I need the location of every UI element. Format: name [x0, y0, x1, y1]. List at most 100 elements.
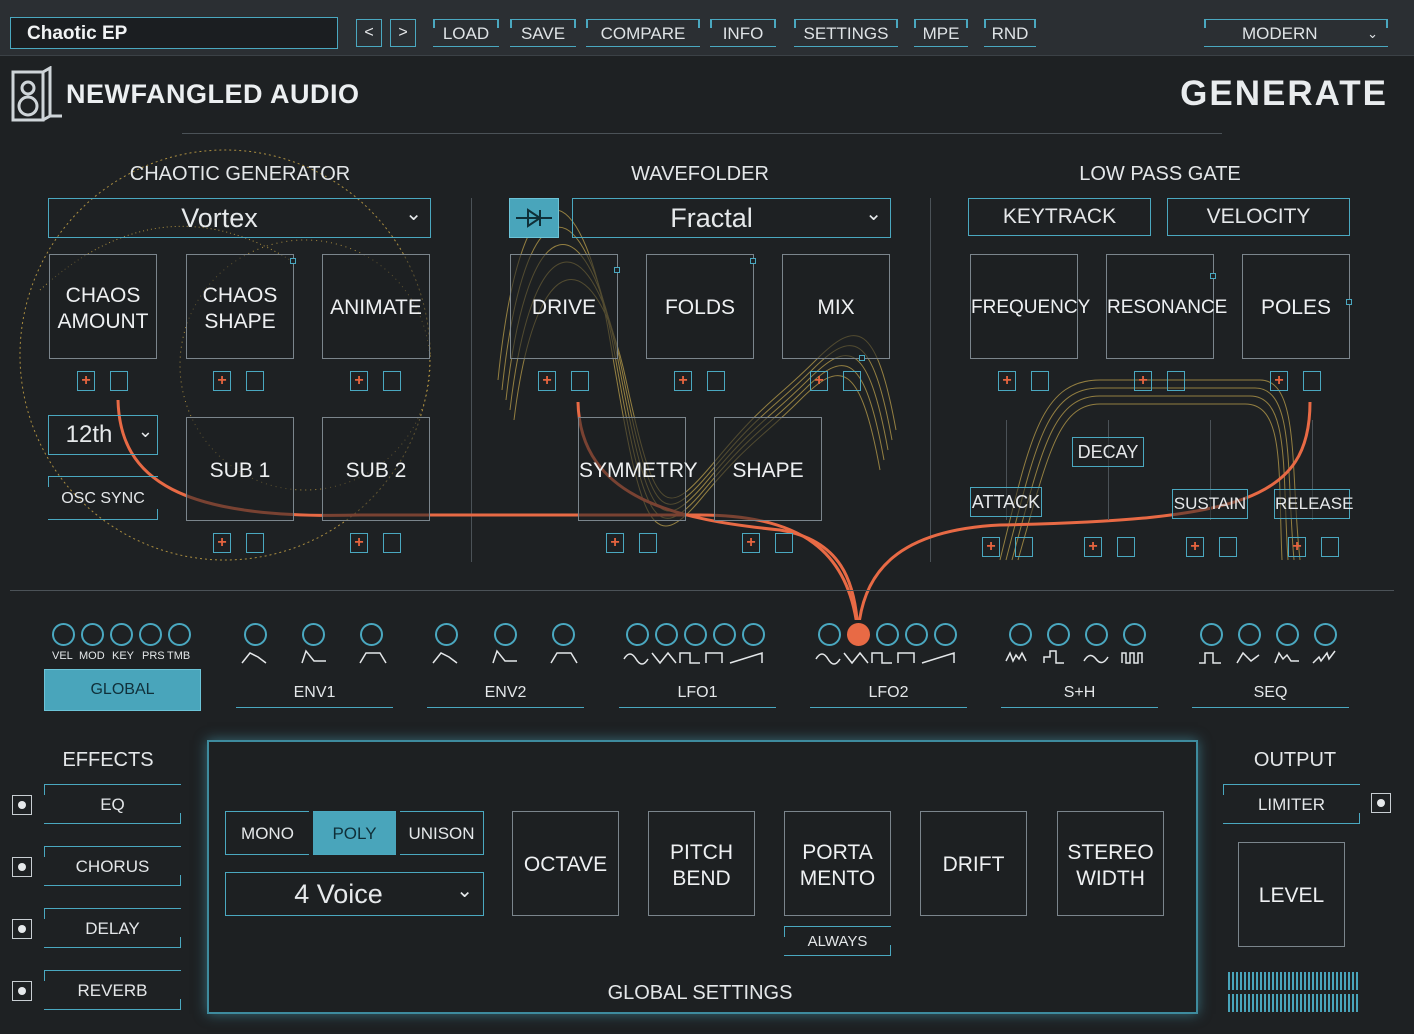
mod-slot[interactable] — [1167, 371, 1185, 391]
resonance-knob[interactable]: RESONANCE — [1106, 254, 1227, 359]
lfo2-out-5[interactable] — [934, 623, 957, 646]
seq-out-3[interactable] — [1276, 623, 1299, 646]
unison-button[interactable]: UNISON — [400, 811, 484, 855]
tmb-source[interactable] — [168, 623, 191, 646]
lfo2-out-2-active[interactable] — [847, 623, 870, 646]
eq-button[interactable]: EQ — [44, 784, 181, 824]
sub1-knob[interactable]: SUB 1 — [186, 417, 294, 521]
drift-knob[interactable]: DRIFT — [920, 811, 1027, 916]
octave-knob[interactable]: OCTAVE — [512, 811, 619, 916]
sh-out-2[interactable] — [1047, 623, 1070, 646]
chaos-amount-knob[interactable]: CHAOS AMOUNT — [49, 254, 157, 359]
add-mod-button[interactable]: + — [350, 371, 368, 391]
frequency-knob[interactable]: FREQUENCY — [970, 254, 1090, 359]
seq-out-4[interactable] — [1314, 623, 1337, 646]
env2-out-1[interactable] — [435, 623, 458, 646]
add-mod-button[interactable]: + — [674, 371, 692, 391]
osc-sync-button[interactable]: OSC SYNC — [48, 476, 158, 520]
lfo1-out-3[interactable] — [684, 623, 707, 646]
rnd-button[interactable]: RND — [984, 19, 1036, 47]
sub2-knob[interactable]: SUB 2 — [322, 417, 430, 521]
chaos-mode-dropdown[interactable]: Vortex ⌄ — [48, 198, 431, 238]
eq-enable-toggle[interactable] — [12, 795, 32, 815]
sh-out-4[interactable] — [1123, 623, 1146, 646]
lfo1-out-4[interactable] — [713, 623, 736, 646]
velocity-button[interactable]: VELOCITY — [1167, 198, 1350, 236]
global-mod-tab[interactable]: GLOBAL — [44, 669, 201, 711]
add-mod-button[interactable]: + — [810, 371, 828, 391]
stereo-width-knob[interactable]: STEREO WIDTH — [1057, 811, 1164, 916]
reverb-enable-toggle[interactable] — [12, 981, 32, 1001]
chaos-shape-knob[interactable]: CHAOS SHAPE — [186, 254, 296, 359]
add-mod-button[interactable]: + — [213, 371, 231, 391]
delay-enable-toggle[interactable] — [12, 919, 32, 939]
seq-out-1[interactable] — [1200, 623, 1223, 646]
animate-knob[interactable]: ANIMATE — [322, 254, 430, 359]
add-mod-button[interactable]: + — [1270, 371, 1288, 391]
mono-button[interactable]: MONO — [225, 811, 309, 855]
mod-slot[interactable] — [843, 371, 861, 391]
reverb-button[interactable]: REVERB — [44, 970, 181, 1010]
add-mod-button[interactable]: + — [538, 371, 556, 391]
mod-slot[interactable] — [1117, 537, 1135, 557]
add-mod-button[interactable]: + — [213, 533, 231, 553]
mix-knob[interactable]: MIX — [782, 254, 890, 361]
next-preset-button[interactable]: > — [390, 19, 416, 47]
drive-knob[interactable]: DRIVE — [510, 254, 620, 359]
add-mod-button[interactable]: + — [1186, 537, 1204, 557]
key-source[interactable] — [110, 623, 133, 646]
vel-source[interactable] — [52, 623, 75, 646]
lfo2-mod-tab[interactable]: LFO2 — [810, 678, 967, 708]
lfo1-out-5[interactable] — [742, 623, 765, 646]
env1-out-1[interactable] — [244, 623, 267, 646]
settings-button[interactable]: SETTINGS — [794, 19, 898, 47]
symmetry-knob[interactable]: SYMMETRY — [578, 417, 698, 521]
sh-mod-tab[interactable]: S+H — [1001, 678, 1158, 708]
always-button[interactable]: ALWAYS — [784, 926, 891, 956]
add-mod-button[interactable]: + — [1084, 537, 1102, 557]
release-handle[interactable]: RELEASE — [1274, 489, 1353, 519]
mod-slot[interactable] — [246, 371, 264, 391]
env1-out-2[interactable] — [302, 623, 325, 646]
octave-dropdown[interactable]: 12th ⌄ — [48, 415, 158, 455]
add-mod-button[interactable]: + — [350, 533, 368, 553]
lfo1-out-2[interactable] — [655, 623, 678, 646]
sustain-handle[interactable]: SUSTAIN — [1172, 489, 1248, 519]
lfo1-out-1[interactable] — [626, 623, 649, 646]
mod-slot[interactable] — [246, 533, 264, 553]
prs-source[interactable] — [139, 623, 162, 646]
mpe-button[interactable]: MPE — [914, 19, 968, 47]
shape-knob[interactable]: SHAPE — [714, 417, 822, 521]
add-mod-button[interactable]: + — [606, 533, 624, 553]
folds-knob[interactable]: FOLDS — [646, 254, 756, 359]
chorus-enable-toggle[interactable] — [12, 857, 32, 877]
mod-slot[interactable] — [383, 533, 401, 553]
wavefolder-mode-dropdown[interactable]: Fractal ⌄ — [572, 198, 891, 238]
voices-dropdown[interactable]: 4 Voice ⌄ — [225, 872, 484, 916]
limiter-button[interactable]: LIMITER — [1223, 784, 1360, 824]
lfo2-out-3[interactable] — [876, 623, 899, 646]
pitch-bend-knob[interactable]: PITCH BEND — [648, 811, 755, 916]
mod-slot[interactable] — [639, 533, 657, 553]
sh-out-3[interactable] — [1085, 623, 1108, 646]
mod-slot[interactable] — [1031, 371, 1049, 391]
add-mod-button[interactable]: + — [1288, 537, 1306, 557]
add-mod-button[interactable]: + — [982, 537, 1000, 557]
env2-out-2[interactable] — [494, 623, 517, 646]
add-mod-button[interactable]: + — [742, 533, 760, 553]
level-knob[interactable]: LEVEL — [1238, 842, 1345, 947]
limiter-enable-toggle[interactable] — [1371, 793, 1391, 813]
mod-slot[interactable] — [1303, 371, 1321, 391]
lfo2-out-1[interactable] — [818, 623, 841, 646]
seq-out-2[interactable] — [1238, 623, 1261, 646]
poles-knob[interactable]: POLES — [1242, 254, 1352, 359]
mod-slot[interactable] — [110, 371, 128, 391]
info-button[interactable]: INFO — [710, 19, 776, 47]
diode-toggle[interactable] — [509, 198, 559, 238]
poly-button[interactable]: POLY — [313, 811, 396, 855]
compare-button[interactable]: COMPARE — [586, 19, 700, 47]
mod-slot[interactable] — [1219, 537, 1237, 557]
delay-button[interactable]: DELAY — [44, 908, 181, 948]
env1-out-3[interactable] — [360, 623, 383, 646]
env1-mod-tab[interactable]: ENV1 — [236, 678, 393, 708]
